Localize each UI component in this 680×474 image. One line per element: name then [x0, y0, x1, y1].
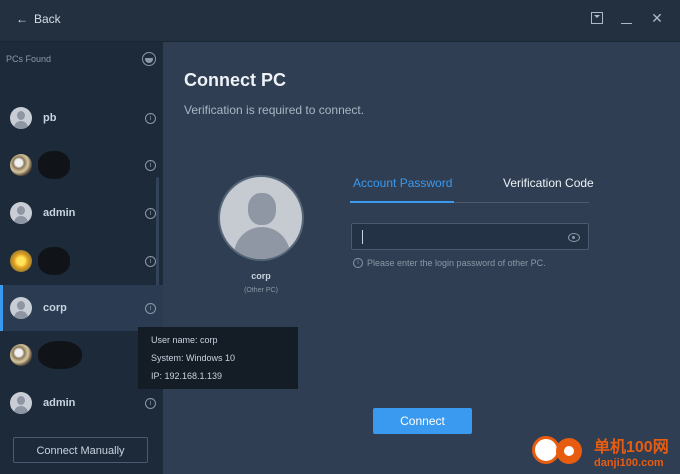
pc-avatar: [10, 250, 32, 272]
pc-name: pb: [43, 112, 57, 124]
info-icon: i: [353, 258, 363, 268]
target-pc-note: (Other PC): [244, 287, 278, 294]
watermark-logo-icon: [530, 434, 590, 468]
info-icon[interactable]: i: [145, 159, 156, 171]
watermark-line2: danji100.com: [594, 457, 664, 469]
info-icon[interactable]: i: [145, 397, 156, 409]
watermark-text: 单机100网 danji100.com: [594, 433, 669, 469]
target-pc-avatar: [218, 175, 304, 261]
pc-list-item[interactable]: i: [0, 142, 163, 188]
pc-avatar: [10, 202, 32, 224]
pc-avatar: [10, 154, 32, 176]
watermark: 单机100网 danji100.com: [530, 433, 669, 469]
tooltip-ip: IP: 192.168.1.139: [151, 371, 223, 381]
pc-name: admin: [43, 397, 76, 409]
connect-manually-button[interactable]: Connect Manually: [13, 437, 148, 463]
pc-avatar: [10, 344, 32, 366]
pc-avatar: [10, 392, 32, 414]
back-button[interactable]: ← Back: [16, 12, 61, 26]
active-tab-indicator: [350, 201, 454, 203]
back-label: Back: [34, 12, 61, 26]
page-title: Connect PC: [184, 70, 287, 90]
eye-icon[interactable]: [568, 233, 580, 242]
info-icon[interactable]: i: [145, 112, 156, 124]
close-icon[interactable]: ✕: [650, 10, 664, 26]
title-bar: ← Back ✕: [0, 0, 680, 42]
tooltip-system: System: Windows 10: [151, 353, 236, 363]
tab-verification-code[interactable]: Verification Code: [503, 176, 594, 190]
connect-button[interactable]: Connect: [373, 408, 472, 434]
redacted-name: [38, 247, 70, 275]
redacted-name: [38, 151, 70, 179]
pcs-found-sidebar: PCs Found pb i i admin i i corp i i admi…: [0, 42, 163, 474]
refresh-icon[interactable]: [142, 52, 156, 66]
pc-avatar: [10, 107, 32, 129]
pc-info-tooltip: User name: corp System: Windows 10 IP: 1…: [138, 327, 298, 389]
sidebar-heading: PCs Found: [6, 54, 52, 64]
password-input[interactable]: [351, 223, 589, 250]
password-hint: i Please enter the login password of oth…: [353, 258, 546, 268]
back-arrow-icon: ←: [16, 12, 28, 26]
info-icon[interactable]: i: [145, 302, 156, 314]
pc-list-item[interactable]: i: [0, 238, 163, 284]
target-pc-name: corp: [251, 271, 271, 281]
pc-list-item-selected[interactable]: corp i: [0, 285, 163, 331]
info-icon[interactable]: i: [145, 207, 156, 219]
page-subtitle: Verification is required to connect.: [184, 103, 365, 117]
tooltip-username: User name: corp: [151, 335, 218, 345]
redacted-name: [38, 341, 82, 369]
password-hint-text: Please enter the login password of other…: [367, 258, 546, 268]
pc-list-item[interactable]: admin i: [0, 190, 163, 236]
info-icon[interactable]: i: [145, 255, 156, 267]
watermark-line1: 单机100网: [594, 439, 669, 456]
pc-avatar: [10, 297, 32, 319]
pc-name: admin: [43, 207, 76, 219]
pc-name: corp: [43, 302, 67, 314]
tab-account-password[interactable]: Account Password: [353, 176, 452, 190]
pc-list-item[interactable]: pb i: [0, 95, 163, 141]
text-caret: [362, 230, 363, 244]
window-controls: ✕: [591, 10, 664, 26]
menu-dropdown-icon[interactable]: [591, 12, 603, 24]
minimize-icon[interactable]: [621, 17, 632, 24]
